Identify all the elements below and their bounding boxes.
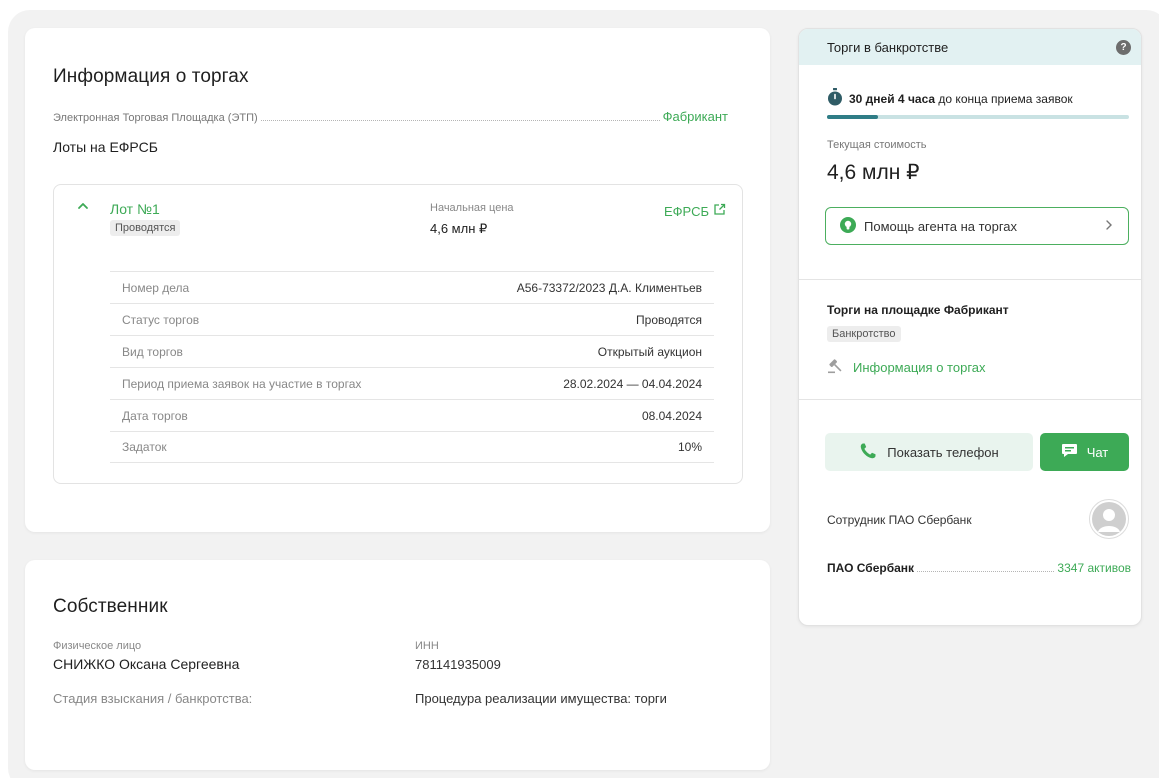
- chat-label: Чат: [1086, 444, 1109, 460]
- timer-caption: до конца приема заявок: [938, 91, 1073, 106]
- trade-info-link[interactable]: Информация о торгах: [827, 358, 986, 377]
- trade-info-title: Информация о торгах: [53, 66, 249, 87]
- trade-info-link-label: Информация о торгах: [853, 360, 986, 375]
- lot-panel: Лот №1 Проводятся Начальная цена 4,6 млн…: [53, 184, 743, 484]
- show-phone-label: Показать телефон: [887, 444, 999, 460]
- chat-button[interactable]: Чат: [1040, 433, 1129, 471]
- detail-value: 08.04.2024: [641, 408, 702, 423]
- external-link-icon: [713, 203, 726, 219]
- table-row: Период приема заявок на участие в торгах…: [110, 367, 714, 399]
- employee-label: Сотрудник ПАО Сбербанк: [827, 513, 972, 527]
- agent-help-label: Помощь агента на торгах: [864, 218, 1018, 234]
- table-row: Дата торгов 08.04.2024: [110, 399, 714, 431]
- chevron-right-icon: [1104, 219, 1114, 234]
- owner-name: СНИЖКО Оксана Сергеевна: [53, 656, 240, 672]
- avatar: [1089, 499, 1129, 539]
- lot-details-table: Номер дела А56-73372/2023 Д.А. Климентье…: [110, 271, 714, 463]
- stage-label: Стадия взыскания / банкротства:: [53, 691, 253, 706]
- show-phone-button[interactable]: Показать телефон: [825, 433, 1033, 471]
- current-price-label: Текущая стоимость: [827, 139, 927, 151]
- etp-label: Электронная Торговая Площадка (ЭТП): [53, 112, 258, 124]
- current-price-value: 4,6 млн ₽: [827, 161, 920, 184]
- gavel-icon: [827, 358, 845, 377]
- chevron-up-icon[interactable]: [76, 199, 90, 213]
- detail-value: Проводятся: [636, 312, 702, 327]
- chat-icon: [1061, 443, 1078, 461]
- timer-remaining: 30 дней 4 часа: [849, 91, 936, 106]
- owner-card: Собственник Физическое лицо СНИЖКО Оксан…: [25, 560, 770, 770]
- detail-label: Статус торгов: [122, 312, 200, 327]
- trade-info-card: Информация о торгах Электронная Торговая…: [25, 28, 770, 532]
- detail-label: Период приема заявок на участие в торгах: [122, 376, 362, 391]
- agent-icon: [840, 216, 856, 236]
- divider: [799, 279, 1141, 280]
- detail-value: А56-73372/2023 Д.А. Климентьев: [516, 280, 702, 295]
- detail-value: Открытый аукцион: [597, 344, 702, 359]
- owner-title: Собственник: [53, 596, 168, 617]
- detail-value: 10%: [677, 440, 702, 454]
- status-badge: Проводятся: [110, 220, 181, 236]
- detail-label: Вид торгов: [122, 344, 183, 359]
- detail-label: Задаток: [122, 440, 167, 454]
- table-row: Статус торгов Проводятся: [110, 303, 714, 335]
- stage-value: Процедура реализации имущества: торги: [415, 691, 667, 706]
- phone-icon: [859, 442, 877, 463]
- etp-row: Электронная Торговая Площадка (ЭТП) Фабр…: [53, 108, 728, 124]
- etp-link[interactable]: Фабрикант: [663, 109, 728, 124]
- divider: [799, 399, 1141, 400]
- lots-label: Лоты на ЕФРСБ: [53, 139, 158, 155]
- efrsb-link[interactable]: ЕФРСБ: [664, 203, 726, 219]
- bank-row: ПАО Сбербанк 3347 активов: [827, 559, 1131, 575]
- timer-progress-bar: [827, 115, 1129, 119]
- timer-row: 30 дней 4 часа до конца приема заявок: [827, 88, 1073, 109]
- bankruptcy-panel: Торги в банкротстве ? 30 дней 4 часа до …: [798, 28, 1142, 626]
- platform-title: Торги на площадке Фабрикант: [827, 303, 1009, 317]
- stopwatch-icon: [827, 88, 843, 109]
- agent-help-button[interactable]: Помощь агента на торгах: [825, 207, 1129, 245]
- dotted-leader: [260, 120, 660, 121]
- bank-assets-link[interactable]: 3347 активов: [1057, 561, 1131, 575]
- table-row: Номер дела А56-73372/2023 Д.А. Климентье…: [110, 271, 714, 303]
- bank-name: ПАО Сбербанк: [827, 561, 915, 575]
- inn-label: ИНН: [415, 640, 439, 652]
- table-row: Задаток 10%: [110, 431, 714, 463]
- table-row: Вид торгов Открытый аукцион: [110, 335, 714, 367]
- dotted-leader: [917, 571, 1055, 572]
- start-price-label: Начальная цена: [430, 202, 514, 214]
- detail-label: Номер дела: [122, 280, 190, 295]
- panel-title: Торги в банкротстве: [827, 39, 949, 55]
- efrsb-link-label: ЕФРСБ: [664, 203, 709, 219]
- lot-title[interactable]: Лот №1: [110, 201, 160, 217]
- detail-value: 28.02.2024 — 04.04.2024: [563, 376, 702, 391]
- timer-progress-fill: [827, 115, 879, 119]
- inn-value: 781141935009: [415, 657, 501, 672]
- detail-label: Дата торгов: [122, 408, 188, 423]
- panel-header: Торги в банкротстве ?: [799, 29, 1141, 65]
- owner-type-label: Физическое лицо: [53, 640, 142, 652]
- bankruptcy-badge: Банкротство: [827, 326, 901, 342]
- start-price-value: 4,6 млн ₽: [430, 221, 488, 236]
- help-icon[interactable]: ?: [1116, 39, 1131, 55]
